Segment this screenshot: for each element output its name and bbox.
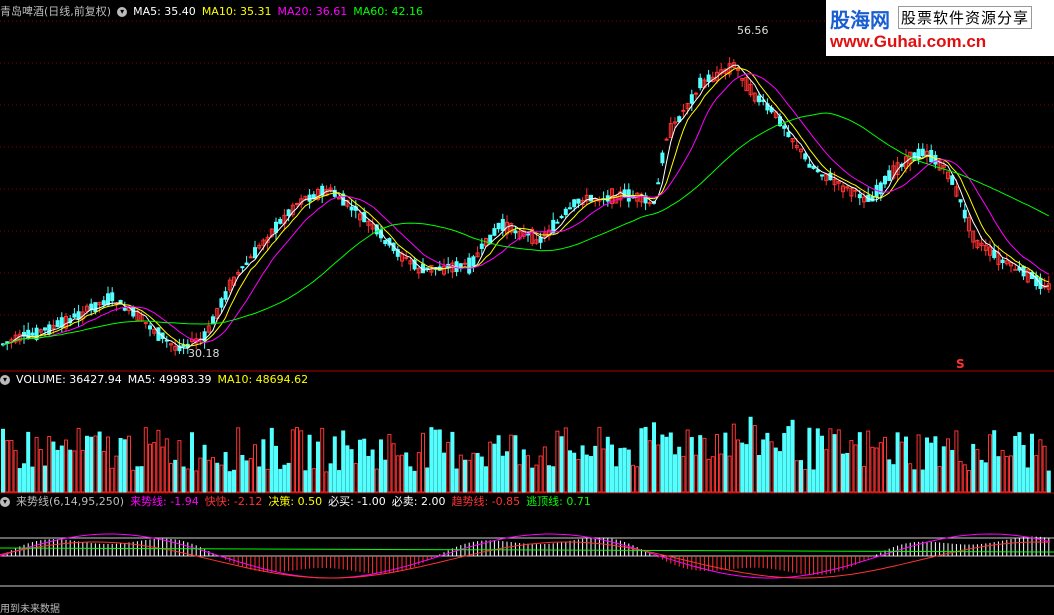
high-price-annotation: 56.56 xyxy=(737,24,769,37)
stock-chart[interactable]: 56.56 30.18 S xyxy=(0,0,1054,615)
low-price-annotation: 30.18 xyxy=(188,347,220,360)
sell-marker: S xyxy=(956,357,965,371)
price-candles xyxy=(1,57,1051,356)
ma20-line xyxy=(2,73,1050,346)
logo-url: www.Guhai.com.cn xyxy=(830,32,987,51)
grid-lines xyxy=(0,20,1054,587)
ma5-line xyxy=(2,64,1049,349)
volume-bars xyxy=(1,416,1051,493)
ma10-line xyxy=(2,67,1049,347)
logo-title: 股海网 xyxy=(830,8,890,32)
watermark-logo: 股海网 股票软件资源分享 www.Guhai.com.cn xyxy=(826,0,1054,56)
logo-subtitle: 股票软件资源分享 xyxy=(898,6,1033,29)
footer-note: 用到未来数据 xyxy=(0,604,60,615)
moving-average-lines xyxy=(2,64,1050,349)
